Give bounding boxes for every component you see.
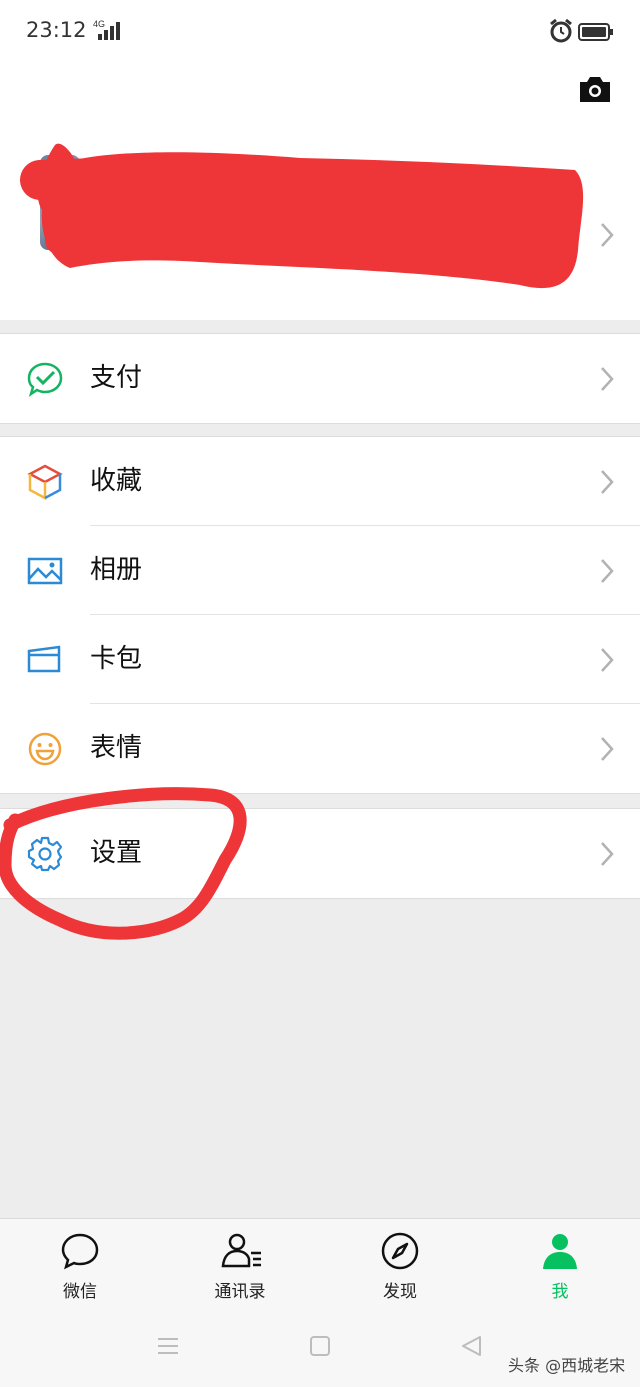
chat-bubble-icon — [61, 1233, 99, 1270]
profile-chevron-icon[interactable] — [600, 222, 614, 252]
home-icon[interactable] — [308, 1334, 332, 1362]
cube-icon — [26, 463, 64, 501]
chevron-right-icon — [600, 736, 614, 766]
tab-label: 我 — [551, 1282, 569, 1302]
chevron-right-icon — [600, 558, 614, 588]
chevron-right-icon — [600, 469, 614, 499]
chevron-right-icon — [600, 366, 614, 396]
chevron-right-icon — [600, 841, 614, 871]
main-menu-group: 收藏 相册 卡包 表情 — [0, 436, 640, 794]
chevron-right-icon — [600, 647, 614, 677]
smiley-icon — [26, 730, 64, 768]
menu-label-cards: 卡包 — [90, 644, 143, 674]
wechat-pay-icon — [26, 360, 64, 398]
menu-item-favorites[interactable]: 收藏 — [0, 437, 640, 526]
compass-icon — [381, 1232, 419, 1270]
tab-discover[interactable]: 发现 — [320, 1219, 480, 1311]
menu-item-cards[interactable]: 卡包 — [0, 615, 640, 704]
tab-label: 通讯录 — [214, 1282, 266, 1302]
menu-label-favorites: 收藏 — [90, 466, 143, 496]
watermark: 头条 @西城老宋 — [508, 1356, 626, 1375]
menu-label-pay: 支付 — [90, 363, 143, 393]
bottom-tab-bar: 微信 通讯录 发现 我 — [0, 1218, 640, 1311]
tab-contacts[interactable]: 通讯录 — [160, 1219, 320, 1311]
wallet-icon — [26, 641, 64, 679]
back-icon[interactable] — [460, 1334, 484, 1362]
menu-item-pay[interactable]: 支付 — [0, 334, 640, 423]
redaction-scribble — [20, 143, 584, 289]
person-icon — [543, 1234, 577, 1269]
menu-label-album: 相册 — [90, 555, 143, 585]
image-icon — [26, 552, 64, 590]
tab-me[interactable]: 我 — [480, 1219, 640, 1311]
menu-item-album[interactable]: 相册 — [0, 526, 640, 615]
tab-label: 发现 — [383, 1282, 417, 1302]
tab-chats[interactable]: 微信 — [0, 1219, 160, 1311]
annotation-circle — [0, 787, 247, 940]
contacts-icon — [221, 1233, 261, 1268]
pay-group: 支付 — [0, 333, 640, 424]
menu-icon[interactable] — [156, 1334, 180, 1362]
tab-label: 微信 — [63, 1282, 97, 1302]
